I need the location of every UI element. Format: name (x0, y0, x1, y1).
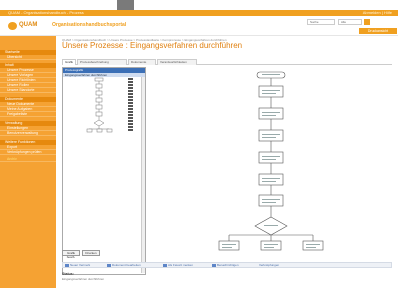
tree-thumbnail[interactable] (63, 77, 141, 137)
brand-name: QUAM (19, 22, 38, 28)
flow-step-1 (258, 85, 284, 98)
process-flowchart[interactable] (149, 67, 392, 275)
tab-responsibilities[interactable]: Verantwortlichkeiten (157, 59, 197, 65)
sidebar-item-archive[interactable]: Archiv (0, 157, 56, 162)
favorite-icon (163, 264, 167, 267)
flow-step-2 (258, 107, 284, 120)
flow-end-2 (260, 240, 282, 251)
sidebar-item-approvals[interactable]: Freigabeliste (0, 112, 56, 117)
edit-graphic-button[interactable]: Grafik bearb. (62, 250, 80, 259)
page-title: Unsere Prozesse : Eingangsverfahren durc… (62, 41, 243, 50)
quam-logo[interactable]: QUAM (8, 21, 50, 31)
tree-scrollbar[interactable] (141, 77, 145, 273)
sidebar: Startseite Übersicht Inhalt Unsere Proze… (0, 36, 56, 288)
edit-icon (107, 264, 111, 267)
tab-bar: Grafik Prozessbeschreibung Dokumente Ver… (62, 59, 392, 65)
flow-step-6 (258, 194, 284, 207)
portal-title: Organisationshandbuchsportal (52, 22, 127, 28)
logo-mark-icon (8, 22, 17, 30)
flow-step-5 (258, 173, 284, 186)
action-edit-document[interactable]: Dokument bearbeiten (112, 263, 141, 268)
status-title: Status: (62, 272, 74, 276)
action-links[interactable]: Verknüpfungen (259, 263, 279, 268)
note-icon (65, 264, 69, 267)
tab-graphic[interactable]: Grafik (62, 59, 76, 65)
tab-documents[interactable]: Dokumente (128, 59, 156, 65)
action-bar: Neuer Vermerk Dokument bearbeiten Als Fa… (62, 262, 392, 268)
status-text: Eingangsverfahren durchführen (62, 277, 105, 281)
main-content: QUAM > Organisationshandbuch > Unsere Pr… (56, 36, 398, 288)
process-tree-panel: Prozessgrafik Eingangsverfahren durchfüh… (62, 67, 146, 275)
action-favorite[interactable]: Als Favorit merken (168, 263, 193, 268)
sidebar-item-locations[interactable]: Unsere Standorte (0, 88, 56, 93)
sidebar-item-overview[interactable]: Übersicht (0, 55, 56, 60)
print-button[interactable]: Drucken (82, 250, 100, 256)
flow-end-3 (302, 240, 324, 251)
search-button[interactable] (364, 19, 370, 25)
page-header: QUAM Organisationshandbuchsportal Suche … (0, 16, 398, 36)
flow-end-1 (218, 240, 240, 251)
sidebar-item-users[interactable]: Benutzerverwaltung (0, 131, 56, 136)
flow-step-3 (258, 129, 284, 142)
search-input[interactable]: Suche (307, 19, 335, 25)
tab-description[interactable]: Prozessbeschreibung (77, 59, 127, 65)
sidebar-item-check-links[interactable]: Verknüpfungen prüfen (0, 150, 56, 155)
action-notify[interactable]: Benachrichtigen (217, 263, 239, 268)
notify-icon (212, 264, 216, 267)
action-new-note[interactable]: Neuer Vermerk (70, 263, 90, 268)
filter-select[interactable]: Alle (338, 19, 362, 25)
print-view-button[interactable]: Druckansicht (359, 28, 397, 34)
flow-step-4 (258, 151, 284, 164)
window-tab-stub[interactable] (117, 0, 134, 10)
